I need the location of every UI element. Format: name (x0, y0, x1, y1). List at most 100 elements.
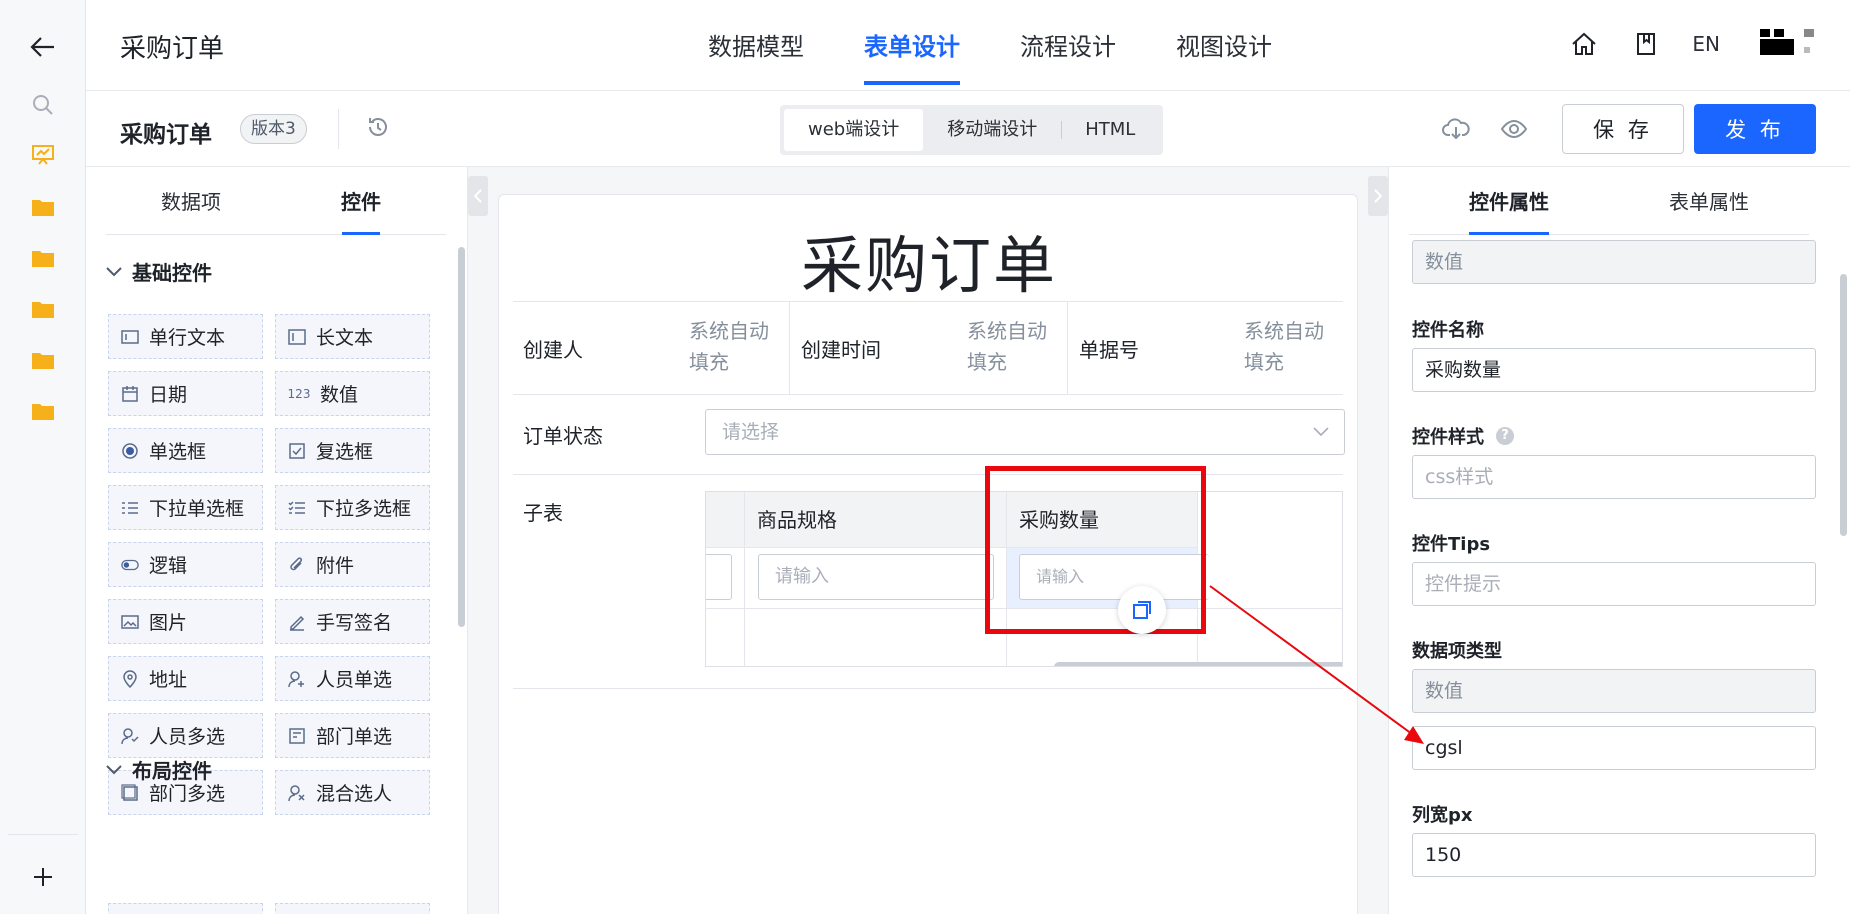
design-toolbar: 采购订单 版本3 web端设计 移动端设计 HTML 保 存 发 布 (86, 91, 1850, 167)
control-type-field: 数值 (1412, 240, 1816, 284)
copy-icon[interactable] (1118, 586, 1166, 634)
control-item[interactable]: 人员单选 (275, 656, 430, 701)
control-tips-input[interactable]: 控件提示 (1412, 562, 1816, 606)
mode-web[interactable]: web端设计 (784, 109, 924, 151)
control-item[interactable]: 人员多选 (108, 713, 263, 758)
control-name-label: 控件名称 (1412, 320, 1484, 341)
control-item[interactable]: 单行文本 (108, 314, 263, 359)
tab-flow-design[interactable]: 流程设计 (990, 0, 1146, 91)
presentation-icon[interactable] (28, 140, 58, 170)
home-icon[interactable] (1564, 24, 1604, 64)
publish-button[interactable]: 发 布 (1694, 104, 1816, 154)
pen-icon (288, 613, 306, 631)
field-value-creator[interactable]: 系统自动 填充 (689, 316, 769, 378)
right-panel-scrollbar[interactable] (1840, 274, 1847, 536)
folder-icon[interactable] (28, 294, 58, 324)
plus-icon[interactable] (28, 862, 58, 892)
column-width-input[interactable]: 150 (1412, 833, 1816, 877)
avatar[interactable] (1760, 29, 1820, 59)
folder-icon[interactable] (28, 345, 58, 375)
subtable-input[interactable]: 请输入 (758, 554, 994, 600)
cloud-download-icon[interactable] (1440, 113, 1472, 145)
dropdown-multi-icon (288, 499, 306, 517)
control-item[interactable]: 长文本 (275, 314, 430, 359)
control-style-label: 控件样式? (1412, 423, 1514, 449)
control-item[interactable]: 下拉多选框 (275, 485, 430, 530)
form-title[interactable]: 采购订单 (499, 215, 1359, 305)
field-label-creator: 创建人 (523, 338, 583, 362)
tab-form-properties[interactable]: 表单属性 (1609, 167, 1809, 234)
toolbar-divider (338, 109, 339, 149)
control-item[interactable]: 逻辑 (108, 542, 263, 587)
search-icon[interactable] (28, 90, 58, 120)
column-width-label: 列宽px (1412, 805, 1473, 826)
back-arrow-icon[interactable] (28, 32, 58, 62)
mode-mobile[interactable]: 移动端设计 (923, 109, 1061, 151)
control-item[interactable] (275, 903, 430, 914)
control-item[interactable]: 123 数值 (275, 371, 430, 416)
control-item[interactable] (108, 903, 263, 914)
control-item[interactable]: 部门单选 (275, 713, 430, 758)
folder-icon[interactable] (28, 396, 58, 426)
field-code-input[interactable]: cgsl (1412, 726, 1816, 770)
subtable-column-header[interactable]: 商品规格 (745, 492, 1007, 548)
collapse-left-handle[interactable] (468, 176, 488, 216)
departments-icon (121, 783, 139, 802)
folder-icon[interactable] (28, 243, 58, 273)
control-name-input[interactable]: 采购数量 (1412, 348, 1816, 392)
control-item[interactable]: 地址 (108, 656, 263, 701)
control-item[interactable]: 手写签名 (275, 599, 430, 644)
form-name: 采购订单 (120, 122, 212, 148)
eye-icon[interactable] (1498, 113, 1530, 145)
history-icon[interactable] (366, 115, 396, 145)
tab-form-design[interactable]: 表单设计 (834, 0, 990, 91)
properties-panel: 控件属性 表单属性 数值 控件名称 采购数量 控件样式? css样式 控件Tip… (1388, 167, 1850, 914)
radio-icon (121, 442, 139, 460)
control-item[interactable]: 附件 (275, 542, 430, 587)
subtable-scrollbar[interactable] (1054, 662, 1342, 666)
tab-data-model[interactable]: 数据模型 (678, 0, 834, 91)
toggle-icon (121, 556, 139, 574)
field-value-doc-no[interactable]: 系统自动 填充 (1244, 316, 1324, 378)
folder-icon[interactable] (28, 192, 58, 222)
save-button[interactable]: 保 存 (1562, 104, 1684, 154)
tab-control-properties[interactable]: 控件属性 (1409, 167, 1609, 235)
control-item[interactable]: 图片 (108, 599, 263, 644)
subtable-input[interactable] (706, 554, 732, 600)
collapse-right-handle[interactable] (1368, 176, 1388, 216)
textarea-icon (288, 328, 306, 346)
language-switch[interactable]: EN (1692, 32, 1720, 56)
left-panel-scrollbar[interactable] (458, 247, 465, 627)
form-row-subtable: 子表 商品规格 采购数量 请输入 请输入 (513, 475, 1343, 689)
field-label-status: 订单状态 (523, 424, 603, 448)
dropdown-single-icon (121, 499, 139, 517)
version-badge[interactable]: 版本3 (240, 114, 307, 144)
left-rail (0, 0, 86, 914)
main-tabs: 数据模型 表单设计 流程设计 视图设计 (678, 0, 1302, 91)
control-item[interactable]: 混合选人 (275, 770, 430, 815)
field-value-create-time[interactable]: 系统自动 填充 (967, 316, 1047, 378)
control-item[interactable]: 单选框 (108, 428, 263, 473)
control-style-input[interactable]: css样式 (1412, 455, 1816, 499)
mode-html[interactable]: HTML (1061, 109, 1159, 151)
control-item[interactable]: 下拉单选框 (108, 485, 263, 530)
header-actions: EN (1542, 24, 1820, 64)
tab-controls[interactable]: 控件 (276, 167, 446, 235)
layout-controls-grid (108, 903, 430, 914)
control-item[interactable]: 日期 (108, 371, 263, 416)
control-item[interactable]: 复选框 (275, 428, 430, 473)
tab-data-items[interactable]: 数据项 (106, 167, 276, 234)
calendar-icon (121, 385, 139, 403)
group-basic-controls[interactable]: 基础控件 (106, 257, 212, 286)
toolbar-icons (1440, 113, 1530, 145)
form-row-status: 订单状态 请选择 (513, 395, 1345, 475)
tab-view-design[interactable]: 视图设计 (1146, 0, 1302, 91)
controls-panel: 数据项 控件 基础控件 单行文本 长文本 日期 123 数值 单选框 复选框 下拉… (86, 167, 468, 914)
group-layout-controls[interactable]: 布局控件 (106, 755, 212, 784)
top-header: 采购订单 数据模型 表单设计 流程设计 视图设计 EN (86, 0, 1850, 91)
help-icon[interactable]: ? (1496, 427, 1514, 445)
status-select[interactable]: 请选择 (705, 409, 1345, 455)
book-icon[interactable] (1626, 24, 1666, 64)
image-icon (121, 613, 139, 631)
chevron-left-icon (474, 189, 482, 203)
